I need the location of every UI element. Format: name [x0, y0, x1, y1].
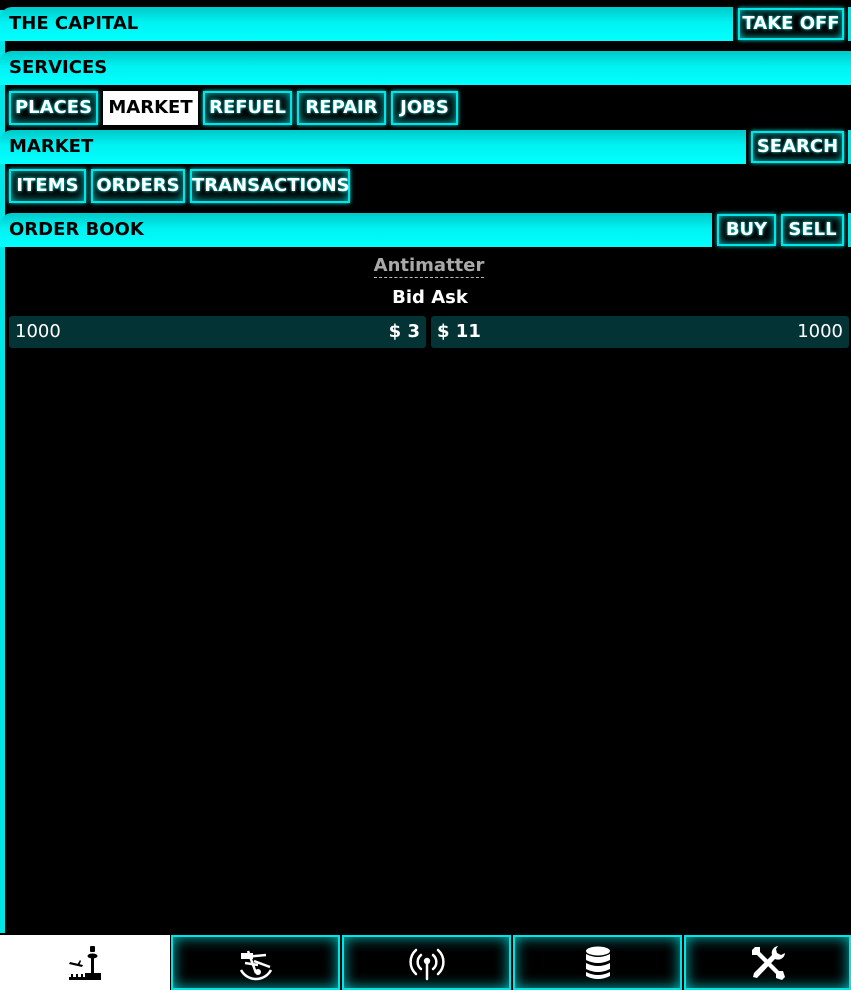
commodity-name[interactable]: Antimatter — [373, 255, 485, 278]
database-icon — [585, 946, 610, 979]
bid-price: $ 3 — [388, 321, 420, 342]
tab-places[interactable]: PLACES — [9, 91, 98, 125]
ask-quantity: 1000 — [797, 321, 843, 342]
tab-market[interactable]: MARKET — [103, 91, 198, 125]
tab-transactions[interactable]: TRANSACTIONS — [190, 169, 350, 203]
ask-cell[interactable]: $ 11 1000 — [431, 316, 849, 348]
buy-button[interactable]: BUY — [717, 214, 776, 246]
tab-orders[interactable]: ORDERS — [91, 169, 185, 203]
search-button[interactable]: SEARCH — [751, 131, 844, 163]
location-header: THE CAPITAL — [0, 7, 733, 41]
order-book-header: ORDER BOOK — [0, 213, 712, 247]
nav-settings[interactable] — [684, 935, 851, 990]
sell-button[interactable]: SELL — [781, 214, 844, 246]
market-title: MARKET — [9, 136, 94, 157]
spaceport-icon — [69, 945, 101, 980]
sextant-icon — [239, 950, 272, 980]
services-header: SERVICES — [0, 51, 851, 85]
nav-database[interactable] — [513, 935, 682, 990]
services-title: SERVICES — [9, 57, 108, 78]
antenna-icon — [408, 948, 445, 980]
tab-repair[interactable]: REPAIR — [297, 91, 386, 125]
nav-spaceport[interactable] — [0, 935, 170, 990]
tab-items[interactable]: ITEMS — [9, 169, 86, 203]
nav-navigation[interactable] — [171, 935, 340, 990]
ask-price: $ 11 — [437, 321, 481, 342]
tools-icon — [751, 945, 785, 980]
take-off-button[interactable]: TAKE OFF — [738, 8, 844, 40]
bid-cell[interactable]: 1000 $ 3 — [9, 316, 426, 348]
order-book-title: ORDER BOOK — [9, 219, 144, 240]
bid-ask-header: Bid Ask — [392, 287, 468, 308]
market-header: MARKET — [0, 130, 746, 164]
bid-quantity: 1000 — [15, 321, 61, 342]
tab-refuel[interactable]: REFUEL — [203, 91, 292, 125]
tab-jobs[interactable]: JOBS — [391, 91, 458, 125]
nav-communications[interactable] — [342, 935, 511, 990]
commodity-title-wrap: Antimatter — [0, 255, 851, 278]
location-title: THE CAPITAL — [9, 13, 139, 34]
